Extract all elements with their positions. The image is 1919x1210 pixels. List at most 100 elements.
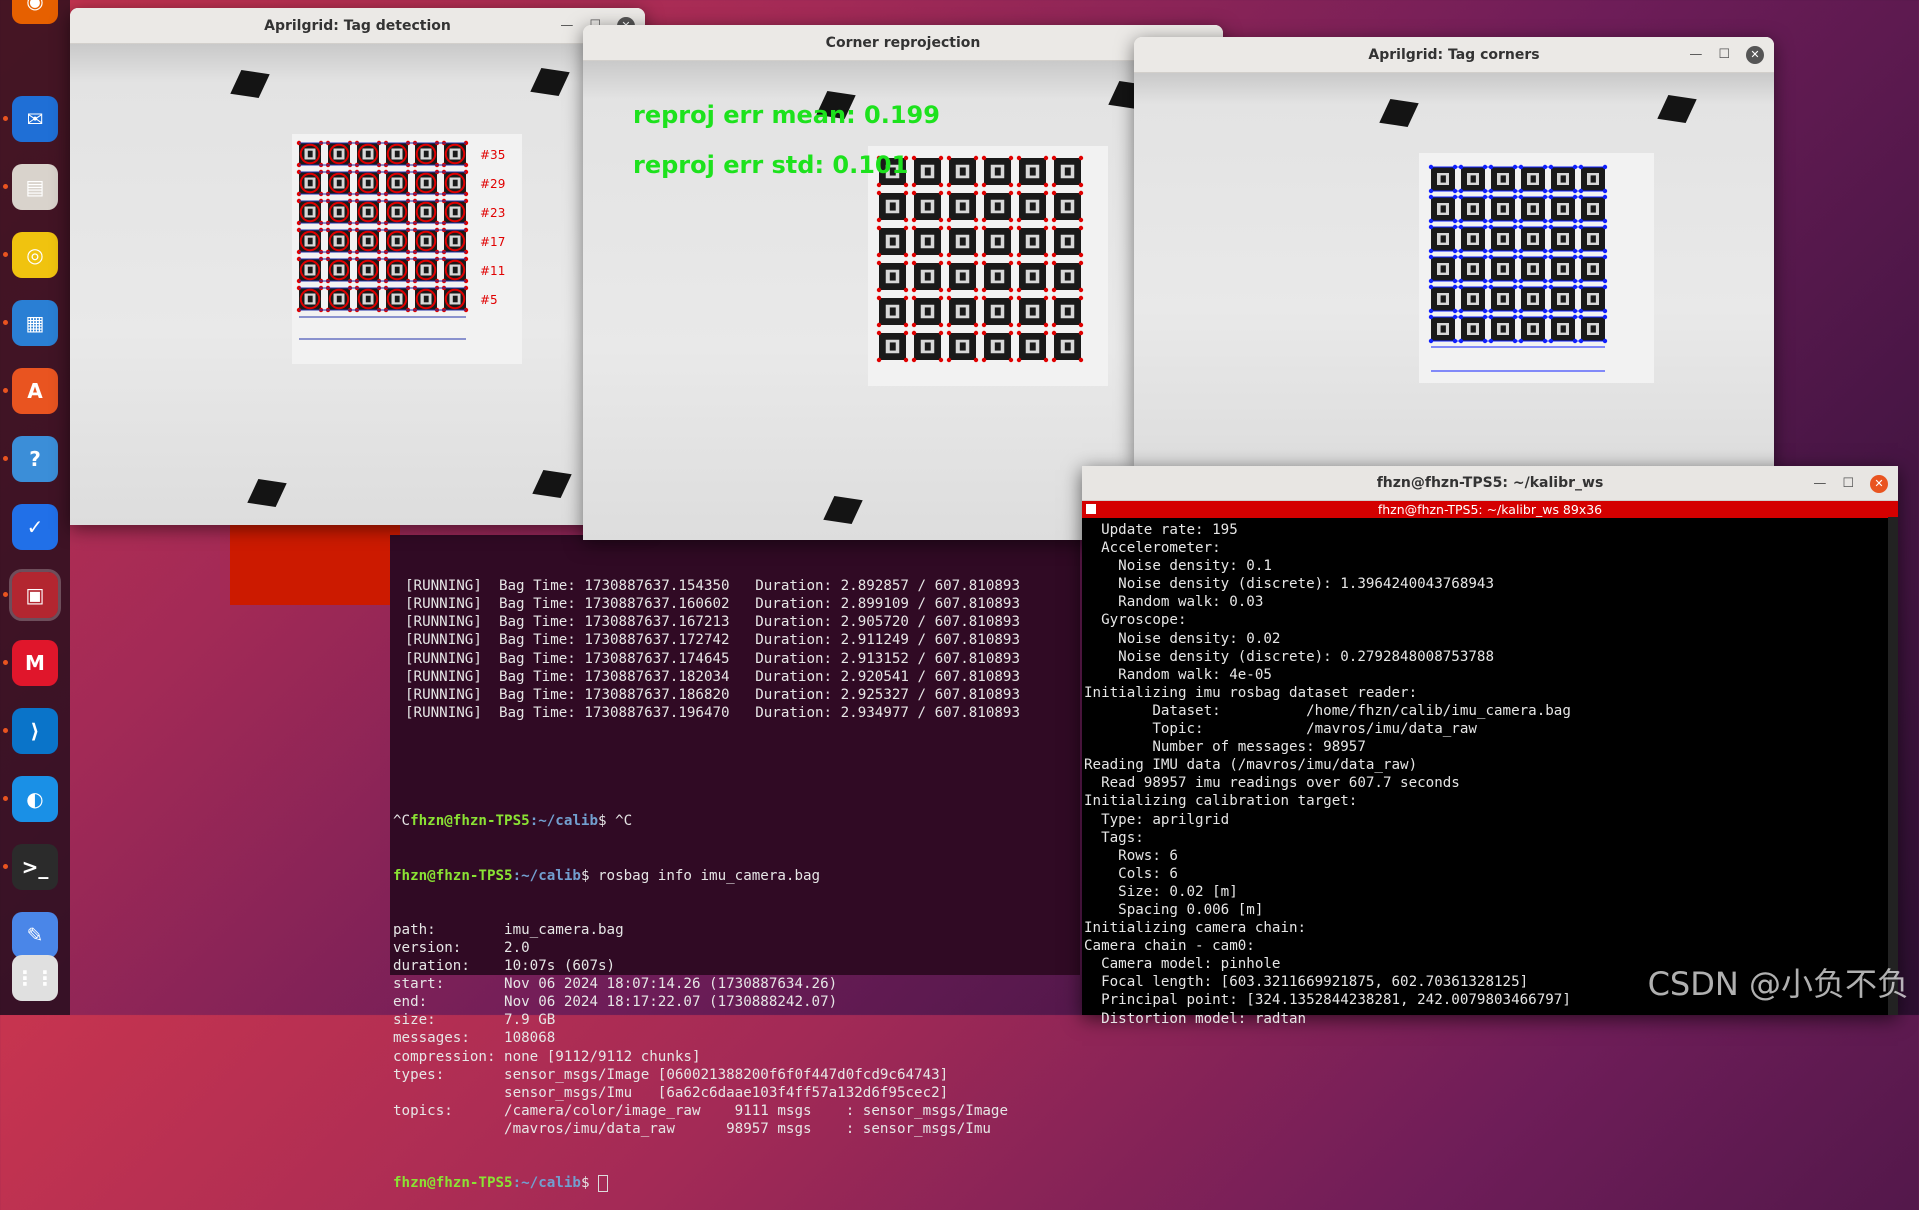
tag-pattern — [1560, 325, 1566, 333]
tag-pattern — [1500, 205, 1506, 213]
corner-point — [973, 357, 979, 363]
scrollbar[interactable] — [1888, 517, 1898, 1015]
window-tag-detection[interactable]: Aprilgrid: Tag detection —☐✕ #35 #29 #23 #1… — [70, 8, 645, 525]
corner-point — [938, 217, 944, 223]
image-viewer-icon[interactable]: ▣ — [9, 569, 61, 621]
output-line: Random walk: 4e-05 — [1084, 666, 1272, 683]
tag-pattern — [1470, 295, 1476, 303]
corner-point — [946, 182, 952, 188]
terminal-calib[interactable]: [RUNNING] Bag Time: 1730887637.154350 Du… — [390, 535, 1080, 1192]
corner-point — [938, 260, 944, 266]
show-apps-icon[interactable]: ⋮⋮ — [12, 955, 58, 1001]
help-icon[interactable]: ? — [12, 436, 58, 482]
appimage-icon[interactable]: M — [12, 640, 58, 686]
browser-icon[interactable]: ◐ — [12, 776, 58, 822]
output-line: Initializing camera chain: — [1084, 920, 1307, 937]
software-icon[interactable]: A — [12, 368, 58, 414]
feishu-icon[interactable]: ✓ — [12, 504, 58, 550]
tag-pattern — [394, 208, 400, 216]
background-window-fragment — [230, 520, 400, 605]
output-line: Distortion model: radtan — [1084, 1010, 1307, 1027]
titlebar[interactable]: Aprilgrid: Tag corners — ☐ ✕ — [1134, 37, 1774, 73]
corner-point — [1008, 330, 1014, 336]
text-editor-icon[interactable]: ✎ — [12, 912, 58, 958]
corner-point — [903, 295, 909, 301]
corner-point — [1008, 322, 1014, 328]
info-line: size: 7.9 GB — [393, 1012, 556, 1029]
minimize-icon[interactable]: — — [1813, 476, 1826, 491]
tag-pattern — [365, 150, 371, 158]
tag-pattern — [452, 179, 458, 187]
tag-pattern — [1590, 175, 1596, 183]
tag-pattern — [924, 342, 931, 351]
tag-pattern — [994, 342, 1001, 351]
corner-point — [1051, 190, 1057, 196]
close-icon[interactable]: ✕ — [1870, 474, 1888, 493]
corner-point — [938, 357, 944, 363]
corner-point — [973, 330, 979, 336]
tag-pattern — [423, 237, 429, 245]
terminal-tab[interactable]: fhzn@fhzn-TPS5: ~/kalibr_ws 89x36 — [1082, 501, 1898, 518]
prompt-line-3[interactable]: fhzn@fhzn-TPS5:~/calib$ — [393, 1174, 1080, 1192]
corner-point — [1043, 295, 1049, 301]
corner-point — [1078, 252, 1084, 258]
titlebar[interactable]: Aprilgrid: Tag detection —☐✕ — [70, 8, 645, 44]
tag-pattern — [1064, 167, 1071, 176]
thunderbird-icon[interactable]: ✉ — [12, 96, 58, 142]
corner-point — [876, 295, 882, 301]
tag-pattern — [1530, 265, 1536, 273]
info-line: topics: /camera/color/image_raw 9111 msg… — [393, 1102, 1008, 1119]
corner-point — [981, 287, 987, 293]
tag-pattern — [1470, 235, 1476, 243]
corner-point — [1043, 182, 1049, 188]
corner-point — [981, 260, 987, 266]
window-tag-corners[interactable]: Aprilgrid: Tag corners — ☐ ✕ — [1134, 37, 1774, 467]
reproj-mean-label: reproj err mean: 0.199 — [633, 101, 940, 129]
tag-pattern — [394, 179, 400, 187]
corner-point — [981, 182, 987, 188]
corner-point — [981, 252, 987, 258]
corner-point — [973, 295, 979, 301]
tag-id-label: #23 — [480, 206, 505, 220]
tag-pattern — [1590, 295, 1596, 303]
writer-icon[interactable]: ▦ — [12, 300, 58, 346]
prompt-line-1: ^Cfhzn@fhzn-TPS5:~/calib$ ^C — [393, 813, 633, 830]
rhythmbox-icon[interactable]: ◎ — [12, 232, 58, 278]
output-line: Initializing calibration target: — [1084, 793, 1358, 810]
corner-point — [1008, 225, 1014, 231]
minimize-icon[interactable]: — — [560, 18, 573, 33]
tag-pattern — [394, 266, 400, 274]
corner-point — [1078, 260, 1084, 266]
terminal-icon[interactable]: >_ — [12, 844, 58, 890]
titlebar[interactable]: fhzn@fhzn-TPS5: ~/kalibr_ws — ☐ ✕ — [1082, 466, 1898, 501]
firefox-icon[interactable]: ◉ — [12, 0, 58, 24]
corner-point — [1016, 190, 1022, 196]
terminal-kalibr[interactable]: fhzn@fhzn-TPS5: ~/kalibr_ws — ☐ ✕ fhzn@fhz… — [1082, 466, 1898, 1027]
corner-point — [973, 225, 979, 231]
maximize-icon[interactable]: ☐ — [1718, 47, 1730, 62]
tag-pattern — [452, 295, 458, 303]
running-indicator — [3, 592, 8, 597]
info-line: compression: none [9112/9112 chunks] — [393, 1048, 701, 1065]
tag-pattern — [1500, 235, 1506, 243]
output-line: Topic: /mavros/imu/data_raw — [1084, 721, 1477, 738]
close-icon[interactable]: ✕ — [1746, 45, 1764, 64]
minimize-icon[interactable]: — — [1689, 47, 1702, 62]
tag-pattern — [307, 295, 313, 303]
tag-pattern — [452, 266, 458, 274]
tag-pattern — [1590, 325, 1596, 333]
window-corner-reprojection[interactable]: Corner reprojection reproj err mean: 0.1… — [583, 25, 1223, 540]
tag-pattern — [959, 237, 966, 246]
output-line: Noise density: 0.02 — [1084, 630, 1281, 647]
log-line: [RUNNING] Bag Time: 1730887637.182034 Du… — [405, 668, 1020, 685]
titlebar[interactable]: Corner reprojection — [583, 25, 1223, 61]
info-line: end: Nov 06 2024 18:17:22.07 (1730888242… — [393, 994, 838, 1011]
tag-pattern — [452, 150, 458, 158]
maximize-icon[interactable]: ☐ — [1842, 476, 1854, 491]
corner-point — [938, 287, 944, 293]
files-icon[interactable]: ▤ — [12, 164, 58, 210]
vscode-icon[interactable]: ⟩ — [12, 708, 58, 754]
info-line: messages: 108068 — [393, 1030, 556, 1047]
corner-point — [981, 190, 987, 196]
output-line: Gyroscope: — [1084, 612, 1187, 629]
